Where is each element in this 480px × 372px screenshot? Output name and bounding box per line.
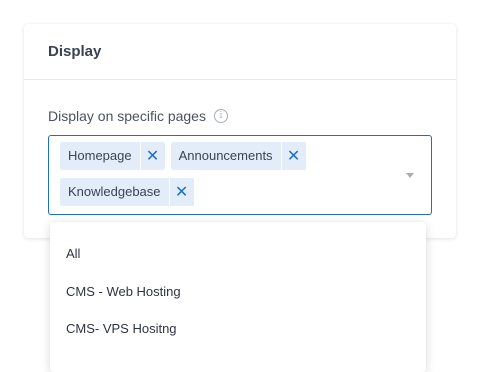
tag-label: Knowledgebase [68,184,161,199]
dropdown-option-cms-web-hosting[interactable]: CMS - Web Hosting [66,284,181,299]
selected-tags: Homepage ✕ Announcements ✕ Knowledgebase… [60,142,390,206]
card-title: Display [48,43,102,60]
dropdown-option-all[interactable]: All [66,246,80,261]
card-header: Display [24,24,456,80]
field-label: Display on specific pages [48,108,206,124]
dropdown-option-cms-vps-hosting[interactable]: CMS- VPS Hositng [66,321,177,336]
dropdown-menu: All CMS - Web Hosting CMS- VPS Hositng [50,222,426,372]
pages-multiselect[interactable]: Homepage ✕ Announcements ✕ Knowledgebase… [48,135,432,215]
tag-label: Announcements [178,148,273,163]
info-icon[interactable]: i [213,109,228,123]
display-card: Display Display on specific pages i Home… [24,24,456,238]
tag-announcements: Announcements ✕ [170,142,306,170]
tag-label: Homepage [68,148,132,163]
close-icon[interactable]: ✕ [139,142,165,170]
chevron-down-icon[interactable] [406,173,414,178]
tag-homepage: Homepage ✕ [60,142,165,170]
close-icon[interactable]: ✕ [280,142,306,170]
field-label-row: Display on specific pages i [48,108,228,124]
close-icon[interactable]: ✕ [168,178,194,206]
tag-knowledgebase: Knowledgebase ✕ [60,178,194,206]
